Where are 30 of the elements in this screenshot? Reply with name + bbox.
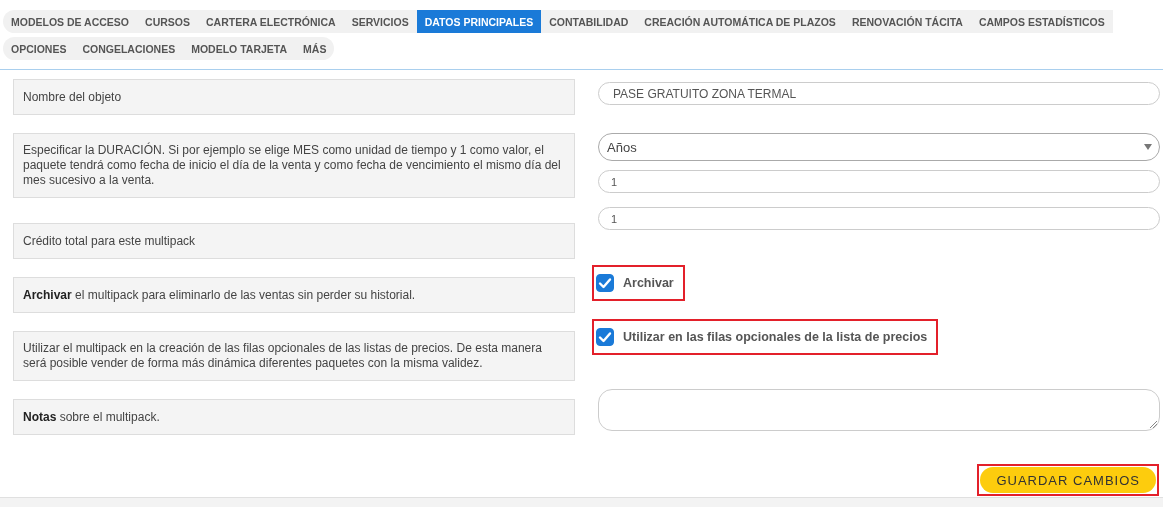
field-description: Notas sobre el multipack. — [13, 399, 575, 435]
tab[interactable]: CARTERA ELECTRÓNICA — [198, 10, 344, 33]
field-description: Nombre del objeto — [13, 79, 575, 115]
tab[interactable]: RENOVACIÓN TÁCITA — [843, 10, 971, 33]
input-field[interactable]: 1 — [598, 207, 1160, 230]
checkbox[interactable] — [596, 274, 614, 292]
tab[interactable]: CREACIÓN AUTOMÁTICA DE PLAZOS — [636, 10, 844, 33]
save-button[interactable]: GUARDAR CAMBIOS — [980, 467, 1156, 493]
tab[interactable]: MÁS — [295, 37, 335, 60]
notes-field[interactable] — [598, 389, 1160, 431]
field-description: Utilizar el multipack en la creación de las filas opcionales de las listas de precios. De esta manera será posible vender de forma más dinámica diferentes paquetes con la misma validez. — [13, 331, 575, 381]
checkbox-label[interactable]: Archivar — [623, 276, 674, 290]
tab[interactable]: OPCIONES — [3, 37, 75, 60]
checkbox[interactable] — [596, 328, 614, 346]
tab[interactable]: MODELO TARJETA — [183, 37, 296, 60]
tab[interactable]: MODELOS DE ACCESO — [3, 10, 138, 33]
input-field[interactable]: PASE GRATUITO ZONA TERMAL — [598, 82, 1160, 105]
field-description: Archivar el multipack para eliminarlo de las ventas sin perder su historial. — [13, 277, 575, 313]
checkbox-label[interactable]: Utilizar en las filas opcionales de la lista de precios — [623, 330, 928, 344]
input-field[interactable]: 1 — [598, 170, 1160, 193]
field-description: Crédito total para este multipack — [13, 223, 575, 259]
field-description: Especificar la DURACIÓN. Si por ejemplo se elige MES como unidad de tiempo y 1 como valor, el paquete tendrá como fecha de inicio el día de la venta y como fecha de vencimiento el mismo día del mes sucesivo a la venta. — [13, 133, 575, 198]
tab[interactable]: CONGELACIONES — [74, 37, 184, 60]
resize-grip-icon — [1149, 420, 1157, 428]
tab[interactable]: DATOS PRINCIPALES — [416, 10, 542, 33]
tab[interactable]: SERVICIOS — [343, 10, 417, 33]
tab[interactable]: CAMPOS ESTADÍSTICOS — [970, 10, 1113, 33]
caret-icon — [1144, 144, 1152, 150]
tab[interactable]: CONTABILIDAD — [541, 10, 637, 33]
tab[interactable]: CURSOS — [137, 10, 198, 33]
